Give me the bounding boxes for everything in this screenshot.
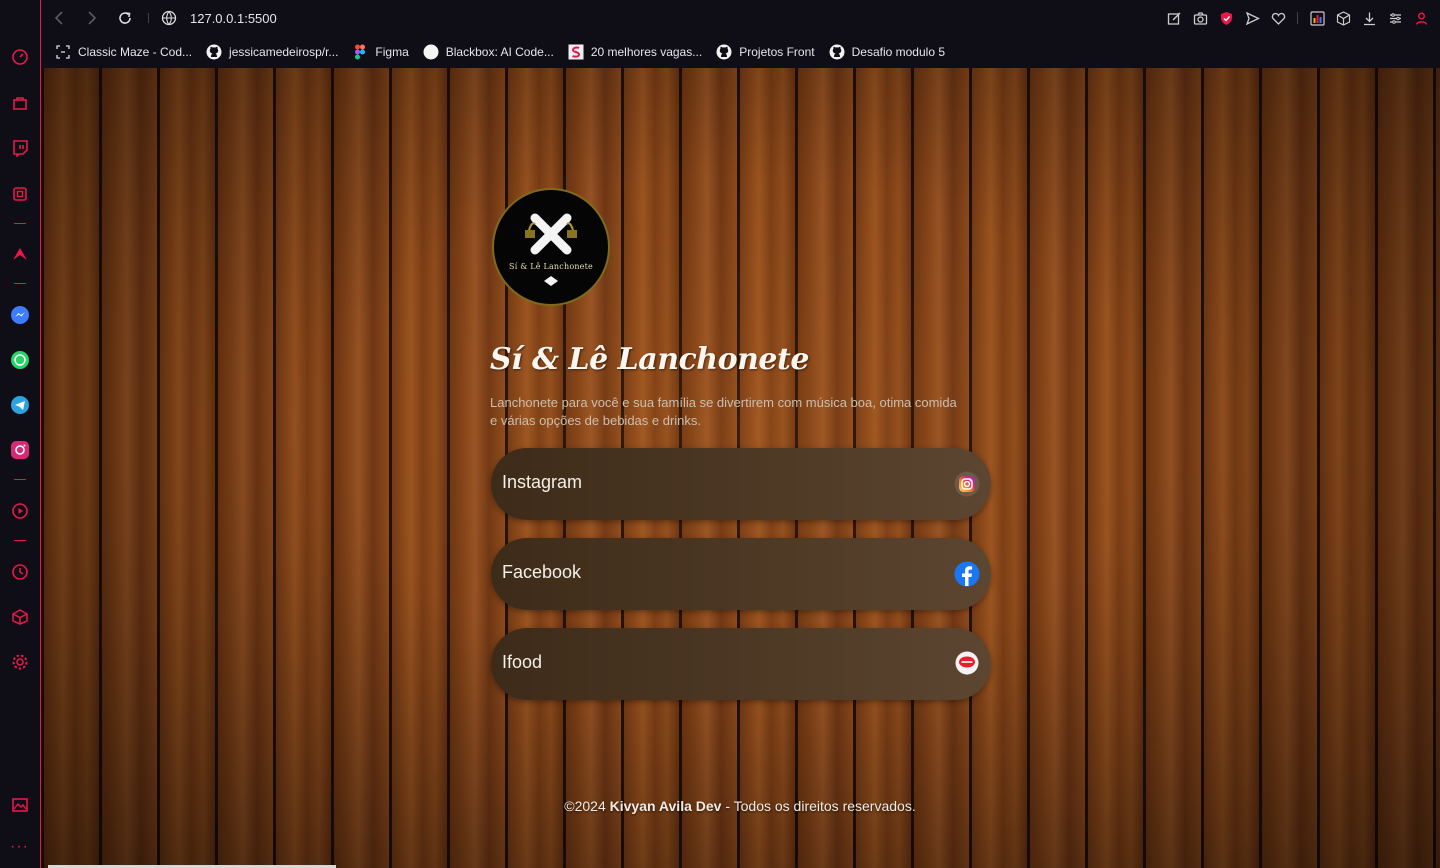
toolbar-divider: [1297, 12, 1298, 24]
sidebar-divider: [14, 479, 26, 480]
footer-rights: - Todos os direitos reservados.: [721, 798, 916, 814]
settings-gear-icon[interactable]: [9, 651, 31, 673]
bookmarks-bar: Classic Maze - Cod... jessicamedeirosp/r…: [41, 36, 1440, 68]
sidebar-divider: [14, 283, 26, 284]
bookmark-jessicamedeirosp[interactable]: jessicamedeirosp/r...: [206, 44, 338, 60]
facebook-link-button[interactable]: Facebook: [491, 538, 991, 610]
bookmark-label: Classic Maze - Cod...: [78, 45, 193, 59]
reload-icon[interactable]: [114, 7, 136, 29]
chip-icon[interactable]: [9, 183, 31, 205]
page-description: Lanchonete para você e sua família se di…: [490, 395, 957, 428]
extension-chart-icon[interactable]: [1308, 7, 1326, 29]
jobs-icon: [568, 44, 584, 60]
twitch-icon[interactable]: [9, 137, 31, 159]
toolbar-divider: [148, 13, 149, 23]
blackbox-icon: [423, 44, 439, 60]
maze-icon: [55, 44, 71, 60]
bookmark-figma[interactable]: Figma: [352, 44, 409, 60]
bookmark-projetos-front[interactable]: Projetos Front: [716, 44, 815, 60]
github-icon: [829, 44, 845, 60]
figma-icon: [352, 44, 368, 60]
page-footer: ©2024 Kivyan Avila Dev - Todos os direit…: [490, 798, 990, 814]
messenger-icon[interactable]: [9, 304, 31, 326]
forward-icon[interactable]: [81, 7, 103, 29]
site-info-icon[interactable]: [158, 7, 180, 29]
bookmark-blackbox[interactable]: Blackbox: AI Code...: [423, 44, 554, 60]
speed-dial-icon[interactable]: [9, 46, 31, 68]
browser-toolbar: 127.0.0.1:5500: [41, 0, 1440, 36]
browser-sidebar: ···: [0, 0, 41, 868]
link-label: Facebook: [502, 561, 582, 582]
camera-icon[interactable]: [1191, 7, 1209, 29]
telegram-icon[interactable]: [9, 394, 31, 416]
instagram-link-button[interactable]: Instagram: [491, 448, 991, 520]
adblock-shield-icon[interactable]: [1217, 7, 1235, 29]
easy-setup-icon[interactable]: [1386, 7, 1404, 29]
footer-author: Kivyan Avila Dev: [609, 798, 722, 814]
link-label: Ifood: [502, 651, 543, 672]
page-title: Sí & Lê Lanchonete: [490, 342, 809, 377]
more-options-icon[interactable]: ···: [10, 838, 29, 856]
restaurant-logo: Sí & Lê Lanchonete: [492, 188, 610, 306]
sidebar-divider: [14, 223, 26, 224]
link-label: Instagram: [502, 471, 583, 492]
bookmark-classic-maze[interactable]: Classic Maze - Cod...: [55, 44, 192, 60]
github-icon: [716, 44, 732, 60]
edit-icon[interactable]: [1165, 7, 1183, 29]
bookmark-vagas[interactable]: 20 melhores vagas...: [568, 44, 702, 60]
bookmark-desafio-modulo-5[interactable]: Desafio modulo 5: [829, 44, 945, 60]
download-icon[interactable]: [1360, 7, 1378, 29]
ifood-link-button[interactable]: Ifood: [491, 628, 991, 700]
bookmark-label: jessicamedeirosp/r...: [229, 45, 339, 59]
crossed-drumsticks-icon: [525, 213, 577, 255]
whatsapp-icon[interactable]: [9, 349, 31, 371]
address-bar[interactable]: 127.0.0.1:5500: [190, 11, 277, 26]
bag-icon[interactable]: [9, 92, 31, 114]
heart-icon[interactable]: [1269, 7, 1287, 29]
bookmark-label: Figma: [375, 45, 409, 59]
bookmark-label: 20 melhores vagas...: [590, 45, 703, 59]
history-icon[interactable]: [9, 561, 31, 583]
bookmark-label: Blackbox: AI Code...: [445, 45, 554, 59]
profile-icon[interactable]: [1412, 7, 1430, 29]
aria-icon[interactable]: [9, 243, 31, 265]
back-icon[interactable]: [48, 7, 70, 29]
logo-text: Sí & Lê Lanchonete: [509, 262, 593, 271]
instagram-sidebar-icon[interactable]: [9, 439, 31, 461]
cube-icon[interactable]: [9, 606, 31, 628]
logo-diamond-icon: [544, 276, 558, 286]
send-icon[interactable]: [1243, 7, 1261, 29]
footer-copyright: ©2024: [564, 798, 610, 814]
facebook-icon: [954, 561, 980, 587]
ifood-icon: [954, 651, 980, 677]
page-viewport: Sí & Lê Lanchonete Sí & Lê Lanchonete La…: [41, 68, 1440, 868]
sidebar-divider: [14, 540, 26, 541]
bookmark-label: Projetos Front: [739, 45, 815, 59]
bookmark-label: Desafio modulo 5: [851, 45, 945, 59]
gallery-icon[interactable]: [9, 794, 31, 816]
player-icon[interactable]: [9, 500, 31, 522]
extensions-cube-icon[interactable]: [1334, 7, 1352, 29]
instagram-icon: [954, 471, 980, 497]
github-icon: [206, 44, 222, 60]
